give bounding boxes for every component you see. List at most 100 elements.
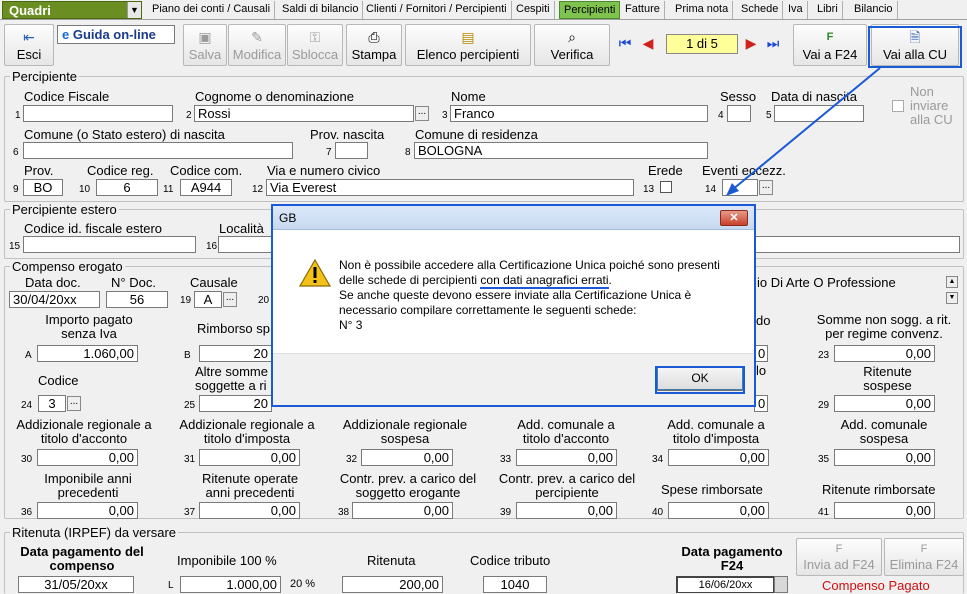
vai-a-f24-button[interactable]: F Vai a F24 bbox=[793, 24, 867, 66]
prev-record-icon[interactable]: ◀ bbox=[640, 34, 656, 52]
num-20: 20 bbox=[258, 295, 270, 306]
erede-checkbox[interactable] bbox=[660, 181, 672, 193]
tab-prima-nota[interactable]: Prima nota bbox=[671, 1, 734, 19]
num-7: 7 bbox=[326, 147, 332, 158]
codice-com-label: Codice com. bbox=[170, 163, 243, 178]
localita-label: Località bbox=[219, 221, 264, 236]
codice-reg-input[interactable]: 6 bbox=[96, 179, 158, 196]
codice-input[interactable]: 3 bbox=[38, 395, 66, 412]
num-33: 33 bbox=[500, 454, 512, 465]
n-doc-input[interactable]: 56 bbox=[106, 291, 168, 308]
close-icon[interactable]: ✕ bbox=[720, 210, 748, 226]
add-com-acc-input[interactable]: 0,00 bbox=[516, 449, 617, 466]
causale-input[interactable]: A bbox=[194, 291, 222, 308]
modifica-button[interactable]: ✎ Modifica bbox=[228, 24, 286, 66]
importo-input[interactable]: 1.060,00 bbox=[37, 345, 138, 362]
cognome-input[interactable]: Rossi bbox=[194, 105, 414, 122]
imponibile-prec-input[interactable]: 0,00 bbox=[37, 502, 138, 519]
esci-button[interactable]: ⇤ Esci bbox=[4, 24, 54, 66]
altre-input[interactable]: 20 bbox=[199, 395, 272, 412]
rimborso-input[interactable]: 20 bbox=[199, 345, 272, 362]
codice-com-input[interactable]: A944 bbox=[180, 179, 232, 196]
prov-input[interactable]: BO bbox=[23, 179, 63, 196]
first-record-icon[interactable]: ⏮ bbox=[617, 34, 633, 52]
somme-label: Somme non sogg. a rit. per regime conven… bbox=[816, 312, 952, 341]
chevron-down-icon[interactable]: ▼ bbox=[127, 2, 141, 18]
tab-fatture[interactable]: Fatture bbox=[621, 1, 665, 19]
last-record-icon[interactable]: ⏭ bbox=[765, 34, 781, 52]
unlock-icon: ⚿ bbox=[309, 29, 321, 45]
num-1: 1 bbox=[15, 110, 21, 121]
ritenuta-input[interactable]: 200,00 bbox=[342, 576, 443, 593]
col-lo-label: lo bbox=[756, 363, 767, 378]
ritenute-sospese-input[interactable]: 0,00 bbox=[834, 395, 935, 412]
prov-nascita-input[interactable] bbox=[335, 142, 368, 159]
next-record-icon[interactable]: ▶ bbox=[743, 34, 759, 52]
contr-sogg-input[interactable]: 0,00 bbox=[352, 502, 453, 519]
add-reg-imp-label: Addizionale regionale a titolo d'imposta bbox=[179, 417, 315, 446]
add-reg-imp-input[interactable]: 0,00 bbox=[199, 449, 300, 466]
add-reg-sosp-input[interactable]: 0,00 bbox=[361, 449, 453, 466]
add-reg-acc-label: Addizionale regionale a titolo d'acconto bbox=[16, 417, 152, 446]
invia-f24-button[interactable]: F Invia ad F24 bbox=[796, 538, 882, 576]
percipiente-title: Percipiente bbox=[10, 69, 80, 84]
tab-schede[interactable]: Schede bbox=[737, 1, 784, 19]
codice-lookup-button[interactable]: ... bbox=[67, 396, 81, 411]
data-f24-input[interactable]: 16/06/20xx bbox=[676, 576, 774, 593]
num-32: 32 bbox=[346, 454, 358, 465]
data-pag-input[interactable]: 31/05/20xx bbox=[18, 576, 134, 593]
col-do-input[interactable]: 0 bbox=[754, 345, 768, 362]
non-inviare-checkbox[interactable] bbox=[892, 100, 904, 112]
sblocca-button[interactable]: ⚿ Sblocca bbox=[287, 24, 343, 66]
num-23: 23 bbox=[818, 350, 830, 361]
exit-icon: ⇤ bbox=[23, 29, 35, 45]
data-doc-input[interactable]: 30/04/20xx bbox=[9, 291, 100, 308]
num-36: 36 bbox=[21, 507, 33, 518]
cognome-lookup-button[interactable]: ... bbox=[415, 106, 429, 121]
imponibile-input[interactable]: 1.000,00 bbox=[180, 576, 281, 593]
causale-lookup-button[interactable]: ... bbox=[223, 292, 237, 307]
codice-tributo-input[interactable]: 1040 bbox=[483, 576, 547, 593]
tab-saldi-di-bilancio[interactable]: Saldi di bilancio bbox=[278, 1, 364, 19]
ritenute-sospese-label: Ritenute sospese bbox=[863, 364, 912, 393]
guida-online-button[interactable]: e Guida on-line bbox=[57, 25, 175, 44]
stampa-button[interactable]: ⎙ Stampa bbox=[346, 24, 402, 66]
codice-estero-input[interactable] bbox=[23, 236, 196, 253]
salva-button[interactable]: ▣ Salva bbox=[183, 24, 227, 66]
elenco-percipienti-button[interactable]: ▤ Elenco percipienti bbox=[405, 24, 531, 66]
elimina-f24-button[interactable]: F Elimina F24 bbox=[884, 538, 964, 576]
verifica-button[interactable]: ⌕ Verifica bbox=[534, 24, 610, 66]
list-icon: ▤ bbox=[461, 29, 475, 45]
ritenute-prec-input[interactable]: 0,00 bbox=[199, 502, 300, 519]
data-f24-dropdown[interactable] bbox=[774, 576, 788, 593]
tab-piano-dei-conti[interactable]: Piano dei conti / Causali bbox=[148, 1, 276, 19]
tab-bilancio[interactable]: Bilancio bbox=[850, 1, 898, 19]
scroll-down-icon[interactable]: ▼ bbox=[946, 292, 958, 304]
num-29: 29 bbox=[818, 400, 830, 411]
tab-percipienti[interactable]: Percipienti bbox=[559, 1, 621, 19]
rit-rimb-input[interactable]: 0,00 bbox=[834, 502, 935, 519]
add-com-sosp-input[interactable]: 0,00 bbox=[834, 449, 935, 466]
localita-input[interactable] bbox=[218, 236, 278, 253]
estero-extra-input[interactable] bbox=[754, 236, 960, 253]
somme-input[interactable]: 0,00 bbox=[834, 345, 935, 362]
tab-iva[interactable]: Iva bbox=[784, 1, 808, 19]
spese-input[interactable]: 0,00 bbox=[668, 502, 769, 519]
comune-residenza-input[interactable]: BOLOGNA bbox=[414, 142, 708, 159]
contr-perc-input[interactable]: 0,00 bbox=[516, 502, 617, 519]
add-com-imp-input[interactable]: 0,00 bbox=[668, 449, 769, 466]
module-select[interactable]: Quadri ▼ bbox=[2, 1, 142, 19]
scroll-up-icon[interactable]: ▲ bbox=[946, 276, 958, 288]
comune-nascita-input[interactable] bbox=[23, 142, 293, 159]
codice-reg-label: Codice reg. bbox=[87, 163, 154, 178]
status-label: Compenso Pagato bbox=[822, 578, 930, 593]
tab-libri[interactable]: Libri bbox=[813, 1, 843, 19]
codice-fiscale-input[interactable] bbox=[23, 105, 173, 122]
nome-input[interactable]: Franco bbox=[450, 105, 708, 122]
via-input[interactable]: Via Everest bbox=[266, 179, 634, 196]
tab-clienti-fornitori[interactable]: Clienti / Fornitori / Percipienti bbox=[362, 1, 512, 19]
tab-cespiti[interactable]: Cespiti bbox=[512, 1, 555, 19]
imponibile-prec-label: Imponibile anni precedenti bbox=[44, 471, 132, 500]
add-reg-acc-input[interactable]: 0,00 bbox=[37, 449, 138, 466]
col-lo-input[interactable]: 0 bbox=[754, 395, 768, 412]
